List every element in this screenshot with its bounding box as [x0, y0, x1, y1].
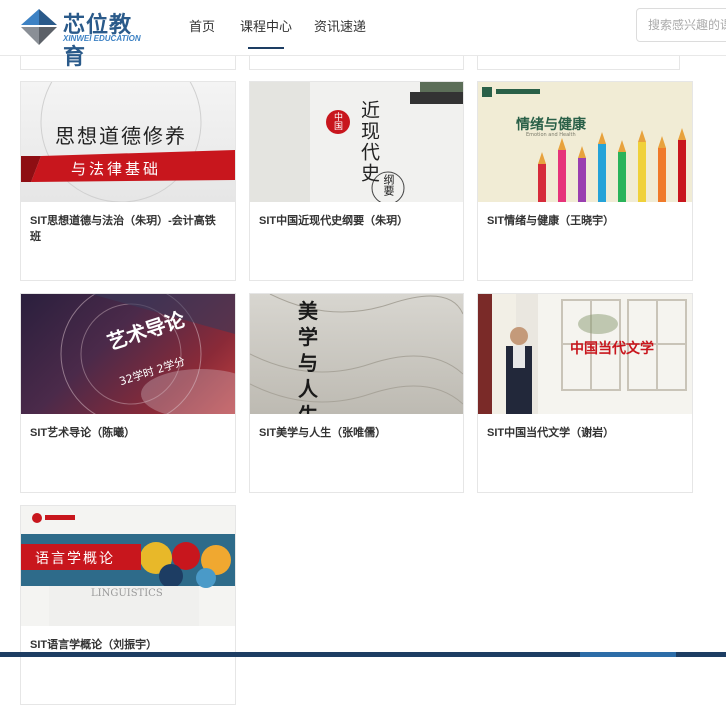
course-title[interactable]: SIT思想道德与法治（朱玥）-会计高铁班: [30, 213, 226, 245]
course-thumbnail: 思想道德修养 与法律基础: [21, 82, 235, 202]
thumb-subheading: 纲要: [382, 174, 395, 196]
course-thumbnail: 美学与人生: [250, 294, 463, 414]
thumb-subheading: 与法律基础: [71, 160, 162, 178]
course-card[interactable]: 中国 近现代史 纲要 SIT中国近现代史纲要（朱玥）: [249, 81, 464, 281]
course-thumbnail: 艺术导论 32学时 2学分: [21, 294, 235, 414]
course-title[interactable]: SIT美学与人生（张唯儒）: [259, 425, 455, 441]
thumb-small-label: 中国: [332, 112, 342, 130]
brand-logo[interactable]: 芯位教育 XINWEI EDUCATION: [19, 5, 149, 70]
thumb-heading: 中国当代文学: [570, 341, 654, 357]
course-title[interactable]: SIT中国近现代史纲要（朱玥）: [259, 213, 455, 229]
course-title[interactable]: SIT中国当代文学（谢岩）: [487, 425, 683, 441]
course-title[interactable]: SIT艺术导论（陈曦）: [30, 425, 226, 441]
course-title[interactable]: SIT语言学概论（刘振宇）: [30, 637, 226, 653]
thumb-heading: 思想道德修养: [55, 124, 187, 148]
thumb-subheading: LINGUISTICS: [91, 588, 163, 599]
course-thumbnail: 情绪与健康 Emotion and Health: [478, 82, 692, 202]
logo-icon: [21, 9, 57, 45]
site-header: 芯位教育 XINWEI EDUCATION 首页 课程中心 资讯速递 搜索感兴趣…: [0, 0, 726, 70]
course-card[interactable]: 中国当代文学 SIT中国当代文学（谢岩）: [477, 293, 693, 493]
bottom-bar: [0, 652, 726, 657]
thumb-heading: 情绪与健康: [516, 117, 586, 133]
nav-course-center[interactable]: 课程中心: [240, 16, 292, 49]
course-card[interactable]: 语言学概论 LINGUISTICS SIT语言学概论（刘振宇）: [20, 505, 236, 705]
nav-news[interactable]: 资讯速递: [314, 16, 366, 35]
nav-home[interactable]: 首页: [189, 16, 215, 35]
course-title[interactable]: SIT情绪与健康（王晓宇）: [487, 213, 683, 229]
brand-name-en: XINWEI EDUCATION: [63, 34, 141, 43]
course-card[interactable]: 情绪与健康 Emotion and Health SIT情绪与健康（王晓宇）: [477, 81, 693, 281]
thumb-heading: 语言学概论: [35, 551, 115, 567]
search-input[interactable]: 搜索感兴趣的课: [636, 8, 726, 42]
course-card[interactable]: 美学与人生 SIT美学与人生（张唯儒）: [249, 293, 464, 493]
course-card[interactable]: 思想道德修养 与法律基础 SIT思想道德与法治（朱玥）-会计高铁班: [20, 81, 236, 281]
course-thumbnail: 中国当代文学: [478, 294, 692, 414]
thumb-subheading: Emotion and Health: [526, 132, 576, 138]
course-card[interactable]: 艺术导论 32学时 2学分 SIT艺术导论（陈曦）: [20, 293, 236, 493]
thumb-heading: 近现代史: [358, 100, 380, 184]
course-thumbnail: 中国 近现代史 纲要: [250, 82, 463, 202]
thumb-heading: 美学与人生: [298, 299, 318, 414]
bottom-bar-accent: [580, 652, 676, 657]
course-thumbnail: 语言学概论 LINGUISTICS: [21, 506, 235, 626]
